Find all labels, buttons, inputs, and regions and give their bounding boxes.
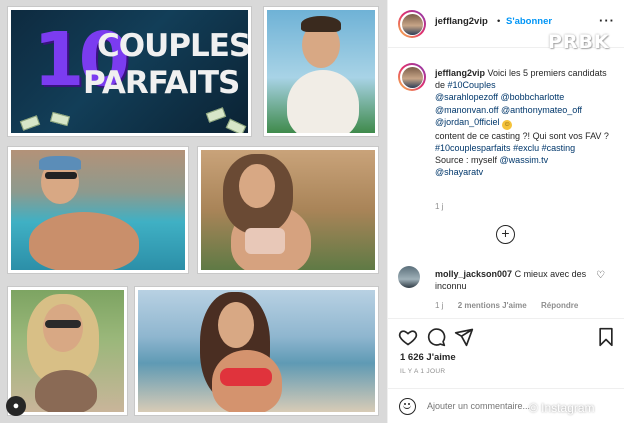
logo-line-2: PARFAITS bbox=[83, 65, 240, 101]
commenter-avatar[interactable] bbox=[398, 266, 420, 288]
caption-question: content de ce casting ?! Qui sont vos FA… bbox=[435, 130, 609, 141]
author-username[interactable]: jefflang2vip bbox=[435, 16, 488, 27]
bookmark-icon[interactable] bbox=[596, 327, 616, 347]
post-caption: jefflang2vip Voici les 5 premiers candid… bbox=[435, 67, 615, 179]
caption-avatar[interactable] bbox=[398, 63, 426, 91]
post-date: IL Y A 1 JOUR bbox=[400, 368, 446, 375]
prbk-watermark: PRBK bbox=[548, 31, 610, 53]
caption-hashtag[interactable]: #10Couples bbox=[448, 80, 496, 90]
comment-like-heart-icon[interactable]: ♡ bbox=[596, 270, 605, 281]
comment: molly_jackson007 C mieux avec des inconn… bbox=[435, 268, 600, 292]
caption-hashtag[interactable]: #exclu bbox=[513, 143, 539, 153]
caption-hashtag[interactable]: #10couplesparfaits bbox=[435, 143, 511, 153]
post-side-panel: jefflang2vip • S'abonner ··· jefflang2vi… bbox=[387, 0, 624, 423]
money-icon bbox=[19, 115, 41, 131]
candidate-photo-5 bbox=[135, 287, 378, 415]
heart-icon[interactable] bbox=[398, 327, 418, 347]
logo-line-1: COUPLES bbox=[97, 28, 248, 64]
comment-username[interactable]: molly_jackson007 bbox=[435, 269, 512, 279]
caption-mention[interactable]: @sarahlopezoff bbox=[435, 92, 498, 102]
author-avatar[interactable] bbox=[398, 10, 426, 38]
separator-dot: • bbox=[497, 16, 501, 27]
candidate-photo-1 bbox=[264, 7, 378, 136]
likes-count[interactable]: 1 626 J'aime bbox=[400, 352, 456, 363]
caption-timestamp: 1 j bbox=[435, 202, 444, 211]
comment-likes-link[interactable]: 2 mentions J'aime bbox=[458, 301, 527, 310]
follow-button[interactable]: S'abonner bbox=[506, 16, 552, 27]
money-icon bbox=[225, 118, 247, 133]
candidate-photo-2 bbox=[8, 147, 188, 273]
caption-mention[interactable]: @bobbcharlotte bbox=[501, 92, 565, 102]
instagram-watermark: © Instagram bbox=[529, 401, 595, 415]
comment-timestamp: 1 j bbox=[435, 301, 444, 310]
more-options-icon[interactable]: ··· bbox=[599, 13, 615, 28]
caption-mention[interactable]: @shayaratv bbox=[435, 167, 483, 177]
comment-meta: 1 j 2 mentions J'aime Répondre bbox=[435, 301, 590, 310]
candidate-photo-3 bbox=[198, 147, 378, 273]
load-more-comments-icon[interactable]: + bbox=[496, 225, 515, 244]
money-icon bbox=[205, 107, 227, 123]
caption-mention[interactable]: @anthonymateo_off bbox=[501, 105, 582, 115]
comment-icon[interactable] bbox=[426, 327, 446, 347]
caption-mention[interactable]: @manonvan.off bbox=[435, 105, 499, 115]
emoji-picker-icon[interactable] bbox=[399, 398, 416, 415]
smiling-emoji-icon: ☺ bbox=[502, 119, 513, 130]
candidate-photo-4 bbox=[8, 287, 127, 415]
caption-username[interactable]: jefflang2vip bbox=[435, 68, 485, 78]
user-tag-icon[interactable]: ● bbox=[6, 396, 26, 416]
caption-source-label: Source : myself bbox=[435, 155, 498, 166]
post-actions-bar bbox=[388, 318, 624, 354]
caption-mention[interactable]: @jordan_0fficiel bbox=[435, 117, 500, 127]
caption-hashtag[interactable]: #casting bbox=[542, 143, 576, 153]
comment-reply-button[interactable]: Répondre bbox=[541, 301, 578, 310]
post-image-collage[interactable]: 10 COUPLES PARFAITS ● bbox=[0, 0, 387, 423]
share-icon[interactable] bbox=[454, 327, 474, 347]
caption-mention[interactable]: @wassim.tv bbox=[500, 155, 549, 165]
show-logo-tile: 10 COUPLES PARFAITS bbox=[8, 7, 251, 136]
money-icon bbox=[50, 111, 70, 127]
